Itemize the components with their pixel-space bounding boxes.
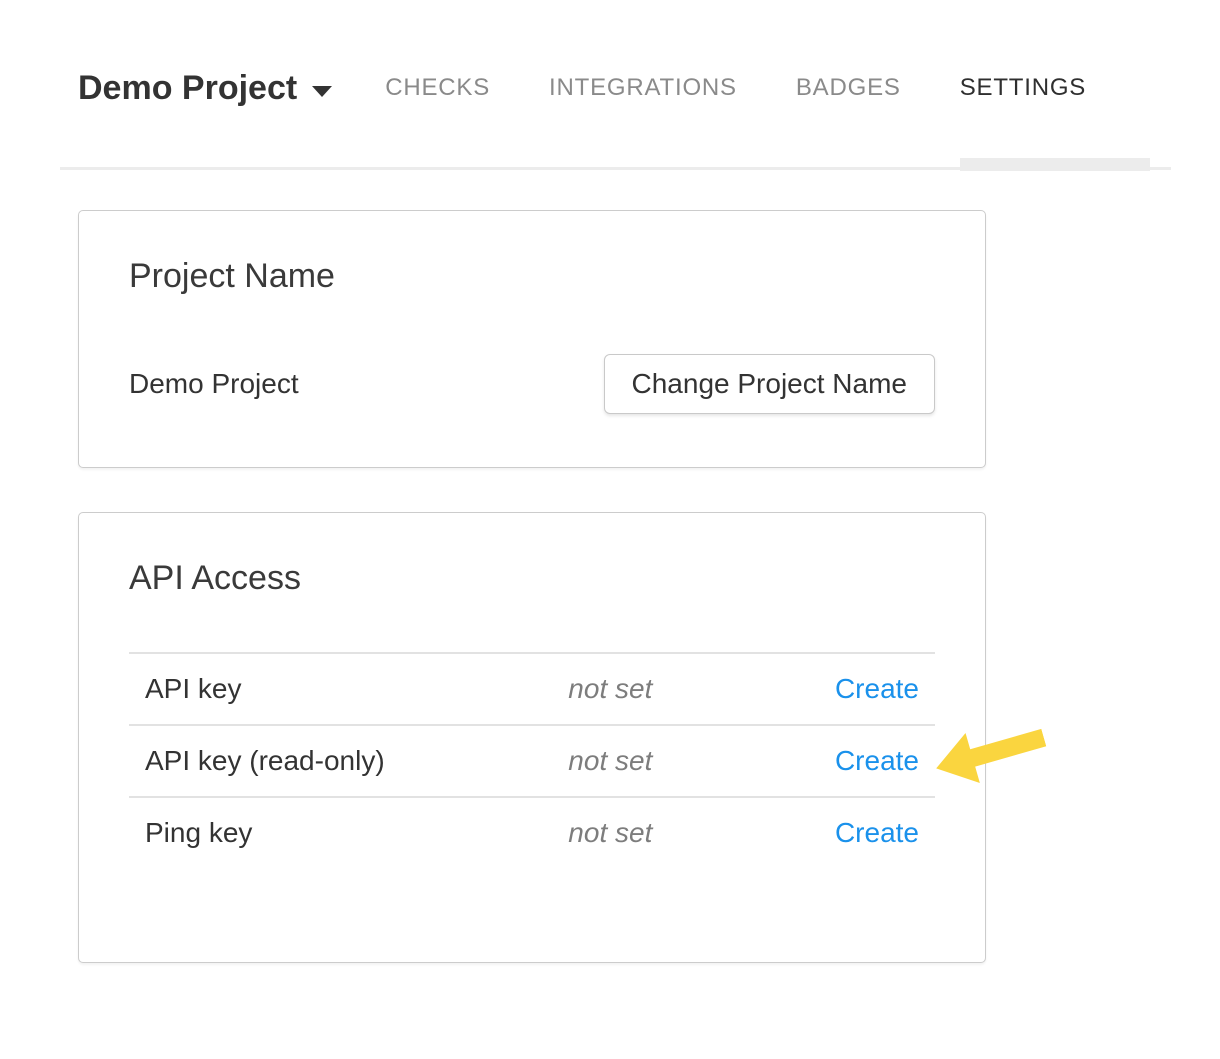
key-value: not set <box>552 797 819 868</box>
project-name-card: Project Name Demo Project Change Project… <box>78 210 986 468</box>
project-title[interactable]: Demo Project <box>78 68 297 109</box>
table-row-api-key: API key not set Create <box>129 653 935 725</box>
key-label: API key (read-only) <box>129 725 552 797</box>
key-value: not set <box>552 725 819 797</box>
api-keys-table: API key not set Create API key (read-onl… <box>129 652 935 869</box>
key-label: Ping key <box>129 797 552 868</box>
project-name-row: Demo Project Change Project Name <box>129 354 935 414</box>
current-project-name: Demo Project <box>129 368 299 400</box>
header-divider <box>60 167 1171 170</box>
tab-badges[interactable]: BADGES <box>796 74 901 103</box>
table-row-api-key-read-only: API key (read-only) not set Create <box>129 725 935 797</box>
change-project-name-button[interactable]: Change Project Name <box>604 354 935 414</box>
header: Demo Project CHECKS INTEGRATIONS BADGES … <box>78 68 1086 109</box>
tab-integrations[interactable]: INTEGRATIONS <box>549 74 737 103</box>
api-access-card: API Access API key not set Create API ke… <box>78 512 986 963</box>
project-switcher[interactable]: Demo Project <box>78 68 332 109</box>
create-readonly-api-key-link[interactable]: Create <box>835 745 919 776</box>
tab-checks[interactable]: CHECKS <box>385 74 490 103</box>
nav-tabs: CHECKS INTEGRATIONS BADGES SETTINGS <box>385 74 1086 103</box>
key-value: not set <box>552 653 819 725</box>
api-access-card-title: API Access <box>129 559 935 598</box>
caret-down-icon <box>312 86 332 97</box>
project-name-card-title: Project Name <box>129 257 935 296</box>
create-ping-key-link[interactable]: Create <box>835 817 919 848</box>
tab-settings[interactable]: SETTINGS <box>960 74 1086 103</box>
key-label: API key <box>129 653 552 725</box>
table-row-ping-key: Ping key not set Create <box>129 797 935 868</box>
create-api-key-link[interactable]: Create <box>835 673 919 704</box>
